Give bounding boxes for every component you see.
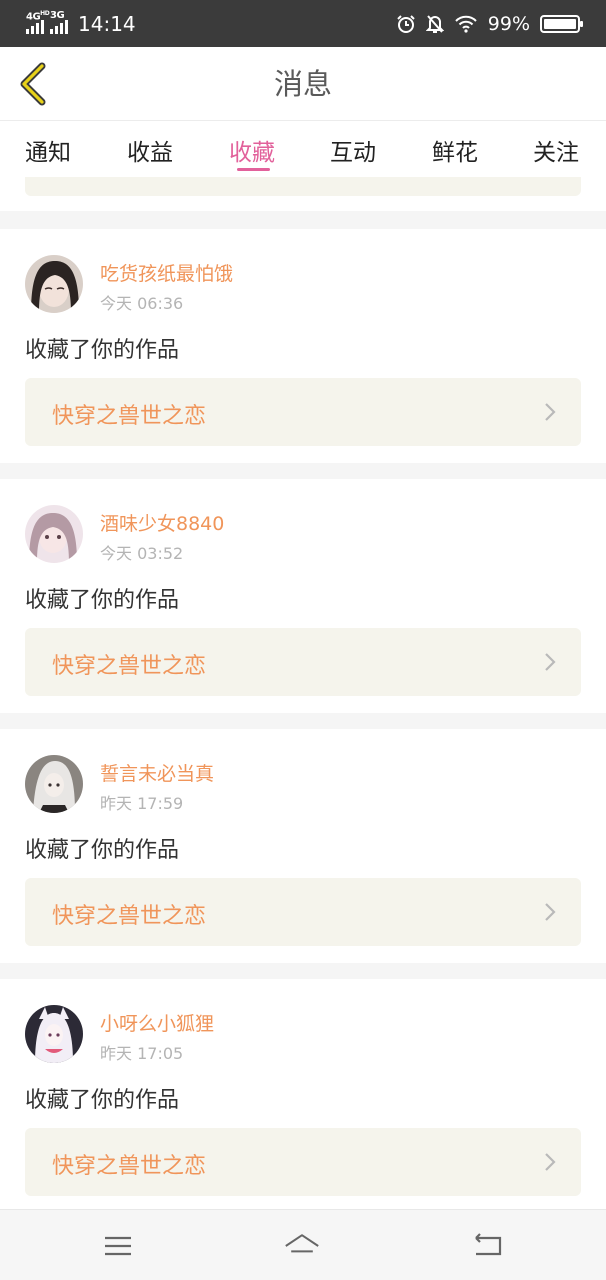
- tab-earnings[interactable]: 收益: [127, 133, 173, 167]
- username[interactable]: 吃货孩纸最怕饿: [100, 259, 233, 286]
- battery-icon: [540, 15, 583, 33]
- message-action: 收藏了你的作品: [25, 838, 180, 863]
- system-nav-bar: [0, 1209, 606, 1280]
- work-title: 快穿之兽世之恋: [52, 1154, 207, 1179]
- work-link[interactable]: 快穿之兽世之恋: [25, 1128, 581, 1196]
- tab-notify[interactable]: 通知: [25, 133, 71, 167]
- header-bar: 消息: [0, 47, 606, 121]
- message-time: 昨天 17:05: [100, 1044, 184, 1063]
- work-link[interactable]: 快穿之兽世之恋: [25, 878, 581, 946]
- message-time: 今天 03:52: [100, 544, 184, 563]
- chevron-right-icon: [545, 1153, 556, 1171]
- active-tab-indicator: [237, 168, 270, 171]
- work-title: 快穿之兽世之恋: [52, 904, 207, 929]
- back-button[interactable]: [14, 61, 54, 107]
- tab-flowers[interactable]: 鲜花: [432, 133, 478, 167]
- message-time: 今天 06:36: [100, 294, 184, 313]
- menu-icon[interactable]: [100, 1230, 136, 1262]
- tab-interaction[interactable]: 互动: [330, 133, 376, 167]
- list-item-partial: [0, 177, 606, 211]
- avatar[interactable]: [25, 505, 83, 563]
- chevron-right-icon: [545, 903, 556, 921]
- message-action: 收藏了你的作品: [25, 338, 180, 363]
- tab-bar: 通知 收益 收藏 互动 鲜花 关注: [0, 121, 606, 177]
- tab-follow[interactable]: 关注: [533, 133, 579, 167]
- avatar[interactable]: [25, 1005, 83, 1063]
- list-item: 誓言未必当真 昨天 17:59 收藏了你的作品 快穿之兽世之恋: [0, 729, 606, 963]
- work-link-partial[interactable]: [25, 177, 581, 196]
- back-icon[interactable]: [470, 1230, 506, 1262]
- chevron-right-icon: [545, 403, 556, 421]
- status-bar: 4GHD 3G 14:14 99%: [0, 0, 606, 47]
- message-action: 收藏了你的作品: [25, 1088, 180, 1113]
- message-action: 收藏了你的作品: [25, 588, 180, 613]
- status-right: 99%: [396, 10, 583, 38]
- work-link[interactable]: 快穿之兽世之恋: [25, 378, 581, 446]
- work-title: 快穿之兽世之恋: [52, 404, 207, 429]
- chevron-left-icon: [20, 62, 46, 106]
- home-icon[interactable]: [284, 1230, 320, 1262]
- alarm-icon: [397, 15, 415, 33]
- signal-4g-icon: 4GHD: [26, 10, 50, 34]
- work-link[interactable]: 快穿之兽世之恋: [25, 628, 581, 696]
- avatar[interactable]: [25, 255, 83, 313]
- signal-3g-icon: 3G: [50, 10, 68, 34]
- battery-percent: 99%: [487, 13, 530, 35]
- username[interactable]: 小呀么小狐狸: [100, 1009, 214, 1036]
- bell-off-icon: [425, 15, 444, 33]
- chevron-right-icon: [545, 653, 556, 671]
- message-list[interactable]: 吃货孩纸最怕饿 今天 06:36 收藏了你的作品 快穿之兽世之恋 酒味少女884…: [0, 177, 606, 1209]
- page-title: 消息: [273, 67, 332, 101]
- username[interactable]: 誓言未必当真: [100, 759, 214, 786]
- list-item: 吃货孩纸最怕饿 今天 06:36 收藏了你的作品 快穿之兽世之恋: [0, 229, 606, 463]
- wifi-icon: [455, 15, 477, 33]
- work-title: 快穿之兽世之恋: [52, 654, 207, 679]
- username[interactable]: 酒味少女8840: [100, 509, 224, 536]
- status-time: 14:14: [78, 12, 136, 36]
- list-item: 酒味少女8840 今天 03:52 收藏了你的作品 快穿之兽世之恋: [0, 479, 606, 713]
- tab-favorites[interactable]: 收藏: [229, 133, 275, 167]
- list-item: 小呀么小狐狸 昨天 17:05 收藏了你的作品 快穿之兽世之恋: [0, 979, 606, 1209]
- avatar[interactable]: [25, 755, 83, 813]
- status-left: 4GHD 3G 14:14: [26, 10, 136, 38]
- message-time: 昨天 17:59: [100, 794, 184, 813]
